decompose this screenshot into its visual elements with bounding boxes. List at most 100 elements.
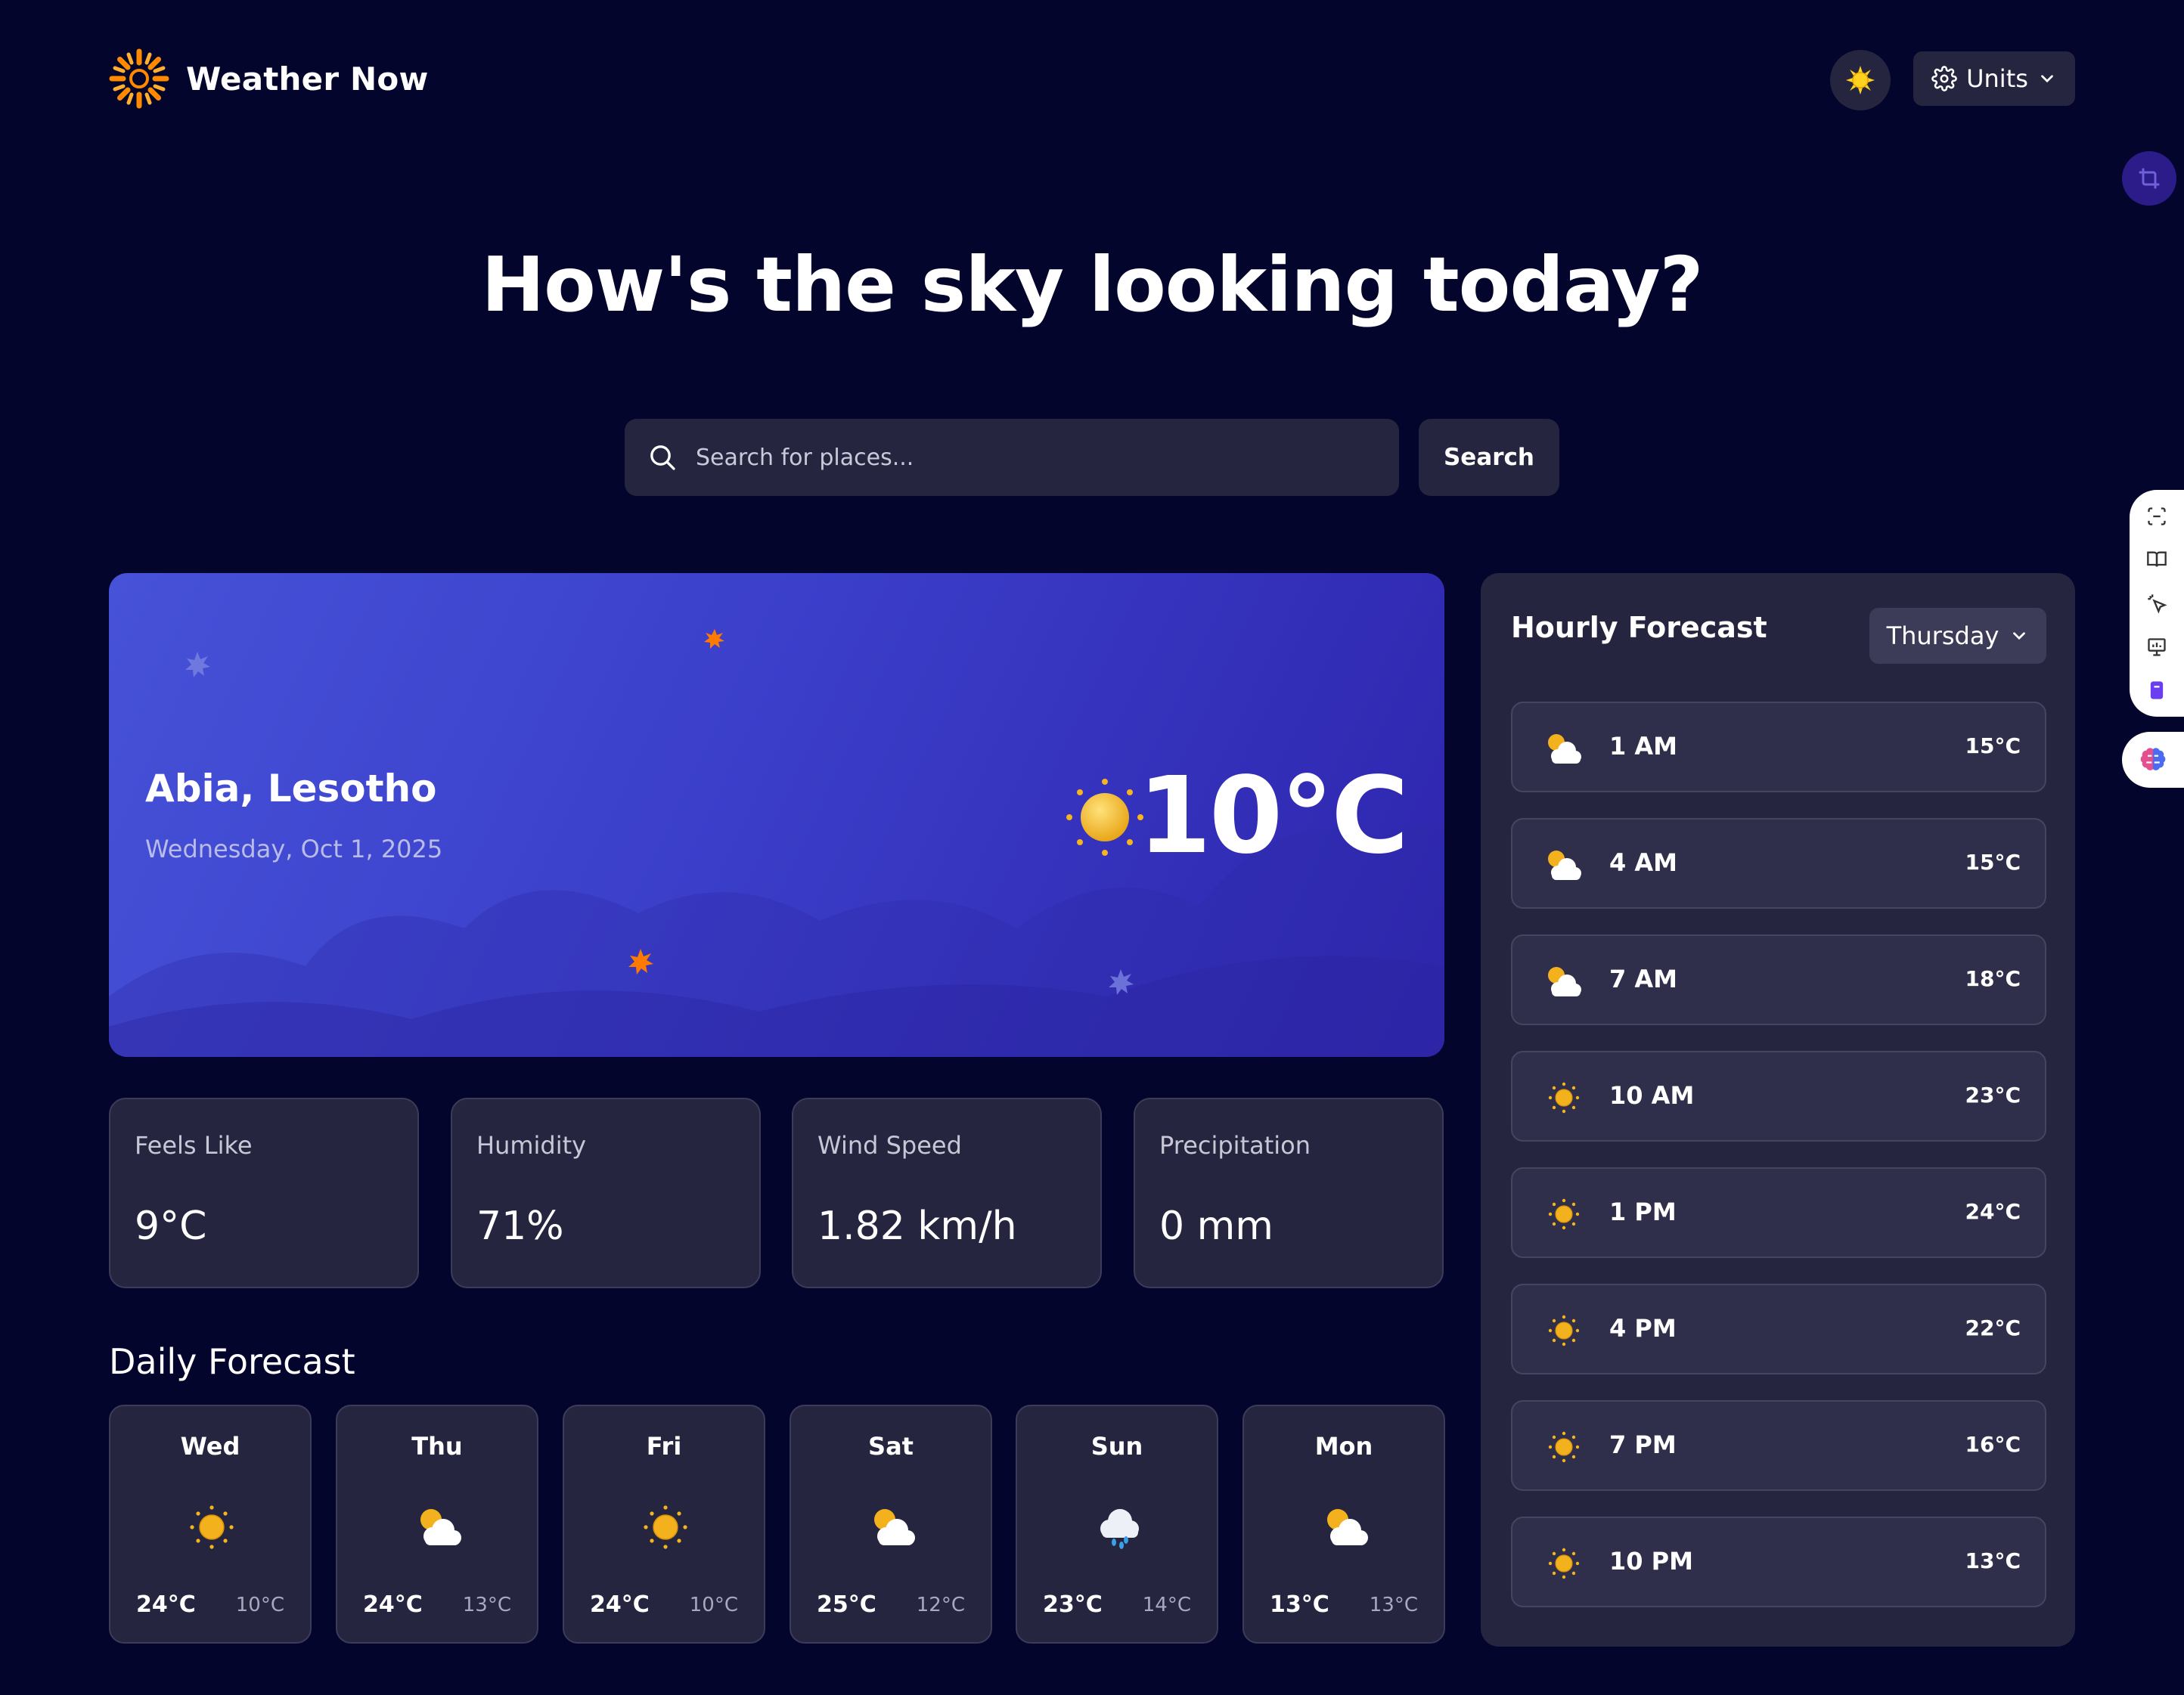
- theme-toggle-button[interactable]: [1830, 50, 1891, 110]
- day-name: Mon: [1314, 1432, 1373, 1461]
- ai-assistant-button[interactable]: [2122, 732, 2184, 788]
- bookmark-icon: [2150, 681, 2164, 699]
- hour-time: 4 AM: [1609, 848, 1678, 877]
- click-tool-button[interactable]: [2142, 588, 2172, 618]
- hour-time: 4 PM: [1609, 1314, 1677, 1343]
- daily-forecast-card[interactable]: Mon 13°C 13°C: [1242, 1405, 1445, 1644]
- hour-time: 1 PM: [1609, 1198, 1677, 1226]
- monitor-icon: [2148, 637, 2166, 656]
- hour-time: 7 PM: [1609, 1430, 1677, 1459]
- hour-time: 7 AM: [1609, 965, 1678, 993]
- hourly-row[interactable]: 7 PM 16°C: [1511, 1400, 2046, 1491]
- hour-temp: 16°C: [1965, 1432, 2021, 1457]
- daily-forecast-card[interactable]: Wed 24°C 10°C: [109, 1405, 312, 1644]
- sun-icon: [1846, 66, 1875, 95]
- day-low-temp: 10°C: [235, 1594, 284, 1616]
- bookmark-tool-button[interactable]: [2142, 675, 2172, 705]
- hourly-forecast-title: Hourly Forecast: [1511, 611, 1767, 644]
- sunny-icon: [1548, 1082, 1580, 1114]
- day-high-temp: 13°C: [1270, 1591, 1329, 1618]
- scan-text-icon: [2148, 507, 2166, 525]
- units-label: Units: [1966, 64, 2028, 93]
- daily-forecast-title: Daily Forecast: [109, 1341, 355, 1382]
- day-selector-dropdown[interactable]: Thursday: [1869, 608, 2046, 664]
- humidity-card: Humidity 71%: [451, 1098, 761, 1288]
- day-low-temp: 10°C: [689, 1594, 738, 1616]
- reader-tool-button[interactable]: [2142, 544, 2172, 575]
- stat-label: Feels Like: [135, 1131, 253, 1160]
- hour-temp: 24°C: [1965, 1199, 2021, 1224]
- daily-forecast-card[interactable]: Thu 24°C 13°C: [336, 1405, 538, 1644]
- partly-cloudy-icon: [420, 1509, 461, 1545]
- units-dropdown-button[interactable]: Units: [1913, 51, 2075, 106]
- chevron-down-icon: [2013, 632, 2026, 640]
- day-low-temp: 13°C: [462, 1594, 511, 1616]
- pointer-click-icon: [2148, 594, 2167, 614]
- day-name: Fri: [646, 1432, 682, 1461]
- current-temperature: 10°C: [1137, 755, 1409, 878]
- partly-cloudy-icon: [1548, 851, 1581, 880]
- sunny-icon: [1548, 1198, 1580, 1230]
- hourly-row[interactable]: 4 AM 15°C: [1511, 818, 2046, 909]
- sunny-icon: [190, 1505, 234, 1549]
- weather-app: Weather Now Units How's the sky looking …: [0, 0, 2184, 1695]
- sunny-icon: [1548, 1548, 1580, 1579]
- hour-time: 10 AM: [1609, 1081, 1695, 1110]
- partly-cloudy-icon: [1548, 734, 1581, 764]
- crop-icon: [2139, 168, 2160, 189]
- stat-label: Humidity: [476, 1131, 587, 1160]
- day-high-temp: 24°C: [590, 1591, 650, 1618]
- top-header: Weather Now Units: [109, 48, 2075, 110]
- hour-temp: 15°C: [1965, 733, 2021, 758]
- hourly-row[interactable]: 10 AM 23°C: [1511, 1051, 2046, 1142]
- hour-temp: 23°C: [1965, 1083, 2021, 1108]
- day-high-temp: 24°C: [136, 1591, 196, 1618]
- stat-value: 1.82 km/h: [817, 1204, 1017, 1249]
- day-name: Sun: [1090, 1432, 1143, 1461]
- stat-value: 9°C: [135, 1204, 207, 1249]
- daily-forecast-card[interactable]: Fri 24°C 10°C: [563, 1405, 765, 1644]
- daily-forecast-card[interactable]: Sat 25°C 12°C: [790, 1405, 992, 1644]
- hour-time: 1 AM: [1609, 732, 1678, 761]
- day-name: Sat: [868, 1432, 914, 1461]
- stat-label: Wind Speed: [817, 1131, 962, 1160]
- sunny-icon: [1548, 1431, 1580, 1463]
- daily-forecast-card[interactable]: Sun 23°C 14°C: [1016, 1405, 1218, 1644]
- sunny-icon: [1066, 779, 1143, 856]
- search-icon: [650, 445, 675, 470]
- hourly-row[interactable]: 10 PM 13°C: [1511, 1517, 2046, 1607]
- partly-cloudy-icon: [1548, 967, 1581, 996]
- sun-logo-icon: [109, 48, 169, 109]
- screenshot-tool-button[interactable]: [2142, 501, 2172, 531]
- day-name: Thu: [411, 1432, 463, 1461]
- hour-temp: 13°C: [1965, 1548, 2021, 1573]
- hourly-row[interactable]: 4 PM 22°C: [1511, 1284, 2046, 1374]
- day-low-temp: 13°C: [1369, 1594, 1418, 1616]
- selected-day: Thursday: [1886, 621, 1999, 650]
- search-button[interactable]: Search: [1419, 419, 1559, 496]
- book-open-icon: [2147, 551, 2167, 567]
- hourly-row[interactable]: 1 AM 15°C: [1511, 702, 2046, 792]
- stat-value: 71%: [476, 1204, 564, 1249]
- extension-toolbar: [2130, 490, 2184, 717]
- day-name: Wed: [180, 1432, 240, 1461]
- day-low-temp: 14°C: [1142, 1594, 1191, 1616]
- chevron-down-icon: [2041, 75, 2053, 83]
- search-box[interactable]: [625, 419, 1399, 496]
- day-low-temp: 12°C: [916, 1594, 965, 1616]
- hour-time: 10 PM: [1609, 1547, 1693, 1576]
- crop-extension-button[interactable]: [2122, 151, 2176, 206]
- app-logo[interactable]: Weather Now: [109, 48, 428, 109]
- search-input[interactable]: [694, 443, 1378, 472]
- hourly-row[interactable]: 7 AM 18°C: [1511, 934, 2046, 1025]
- gear-icon: [1931, 66, 1957, 91]
- precipitation-card: Precipitation 0 mm: [1134, 1098, 1444, 1288]
- current-date: Wednesday, Oct 1, 2025: [145, 835, 443, 863]
- partly-cloudy-icon: [1327, 1509, 1368, 1545]
- feels-like-card: Feels Like 9°C: [109, 1098, 419, 1288]
- hour-temp: 22°C: [1965, 1315, 2021, 1340]
- partly-cloudy-icon: [874, 1509, 915, 1545]
- brain-icon: [2140, 748, 2166, 770]
- presentation-tool-button[interactable]: [2142, 632, 2172, 662]
- hourly-row[interactable]: 1 PM 24°C: [1511, 1167, 2046, 1258]
